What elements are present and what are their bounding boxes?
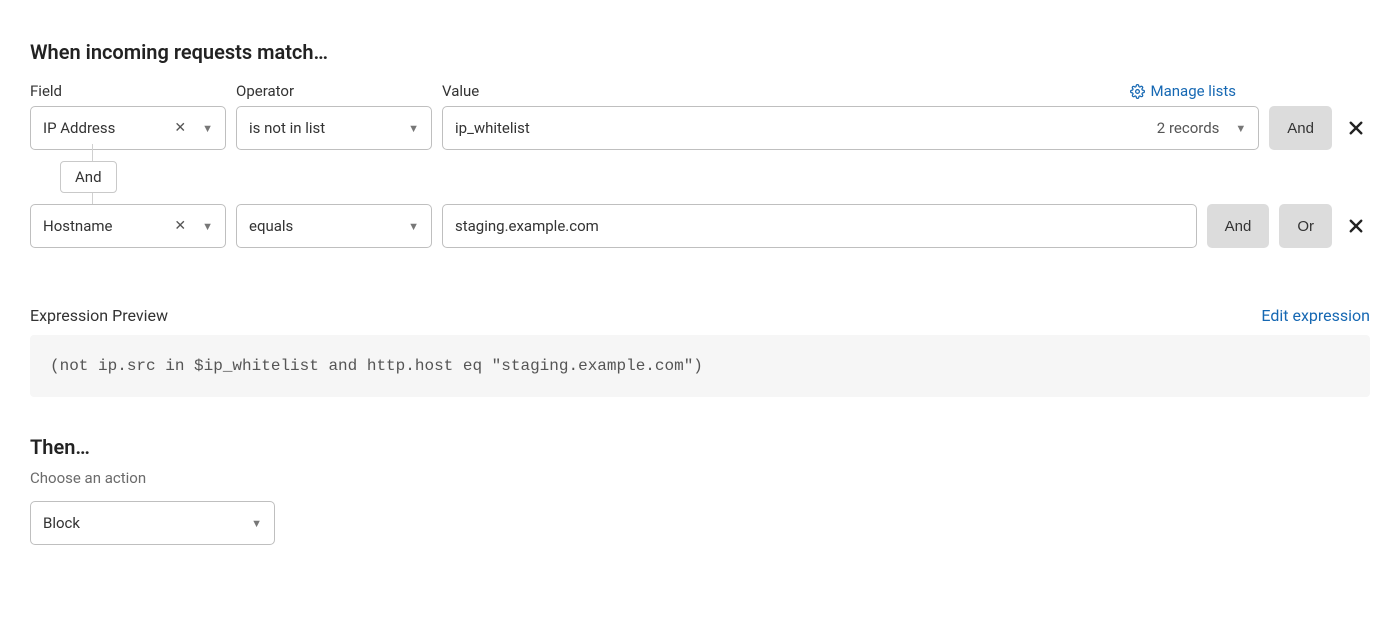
action-select-value: Block (43, 514, 80, 532)
section-title-then: Then… (30, 435, 1370, 459)
edit-expression-link[interactable]: Edit expression (1261, 306, 1370, 325)
then-subtitle: Choose an action (30, 469, 1370, 487)
col-label-operator: Operator (236, 82, 432, 100)
delete-rule-button[interactable] (1342, 119, 1370, 137)
action-select[interactable]: Block ▼ (30, 501, 275, 545)
field-select-value: IP Address (43, 119, 115, 137)
value-list-name: ip_whitelist (455, 119, 530, 137)
and-button[interactable]: And (1269, 106, 1332, 150)
chevron-down-icon: ▼ (408, 220, 419, 233)
value-list-select[interactable]: ip_whitelist 2 records ▼ (442, 106, 1259, 150)
columns-header: Field Operator Value Manage lists (30, 82, 1370, 100)
and-button[interactable]: And (1207, 204, 1270, 248)
chevron-down-icon: ▼ (408, 122, 419, 135)
chevron-down-icon: ▼ (251, 517, 262, 530)
expression-preview-box: (not ip.src in $ip_whitelist and http.ho… (30, 335, 1370, 397)
chevron-down-icon: ▼ (1235, 122, 1246, 135)
operator-select-value: equals (249, 217, 293, 235)
manage-lists-link[interactable]: Manage lists (1130, 82, 1236, 100)
operator-select[interactable]: is not in list ▼ (236, 106, 432, 150)
manage-lists-label: Manage lists (1151, 82, 1236, 100)
rule-row: IP Address ✕ ▼ is not in list ▼ ip_white… (30, 106, 1370, 150)
operator-select[interactable]: equals ▼ (236, 204, 432, 248)
gear-icon (1130, 84, 1145, 99)
expression-preview-label: Expression Preview (30, 306, 168, 325)
operator-select-value: is not in list (249, 119, 325, 137)
chevron-down-icon: ▼ (202, 220, 213, 233)
field-select-value: Hostname (43, 217, 112, 235)
field-select[interactable]: IP Address ✕ ▼ (30, 106, 226, 150)
or-button[interactable]: Or (1279, 204, 1332, 248)
rule-row: Hostname ✕ ▼ equals ▼ And Or (30, 204, 1370, 248)
chevron-down-icon: ▼ (202, 122, 213, 135)
col-label-value: Value (442, 82, 479, 100)
col-label-field: Field (30, 82, 226, 100)
clear-icon[interactable]: ✕ (174, 218, 186, 234)
clear-icon[interactable]: ✕ (174, 120, 186, 136)
rule-connector: And (60, 150, 1370, 204)
connector-badge: And (60, 161, 117, 193)
delete-rule-button[interactable] (1342, 217, 1370, 235)
value-list-count: 2 records (1157, 119, 1220, 137)
value-text-input[interactable] (442, 204, 1197, 248)
field-select[interactable]: Hostname ✕ ▼ (30, 204, 226, 248)
section-title-when: When incoming requests match… (30, 40, 1370, 64)
